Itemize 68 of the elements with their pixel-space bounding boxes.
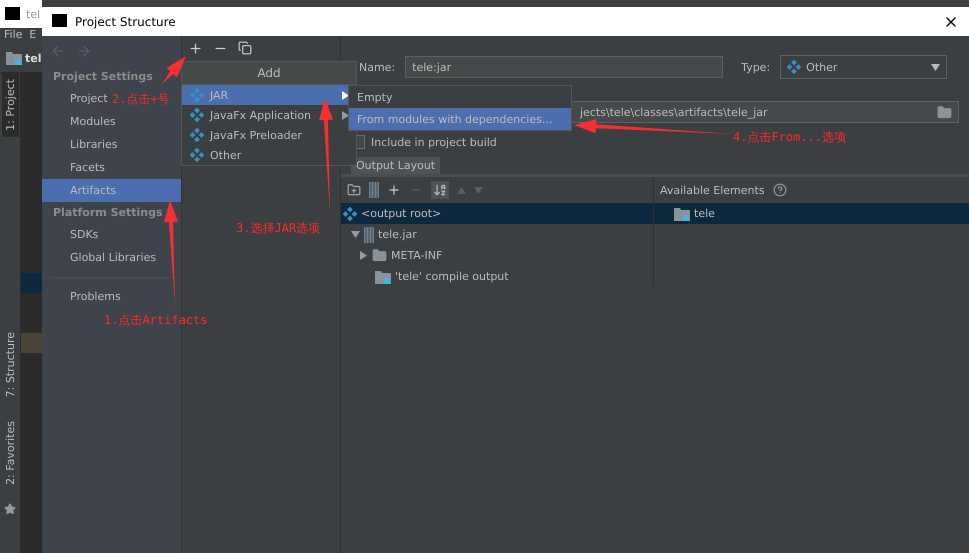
sidebar-item[interactable]: Problems <box>42 285 124 308</box>
tool-window-tab[interactable]: 2: Favorites <box>2 415 18 492</box>
name-field[interactable]: tele:jar <box>405 56 724 78</box>
module-folder-icon <box>674 206 690 220</box>
window-title: tel <box>26 8 40 20</box>
tree-label: tele <box>694 207 715 220</box>
artifact-icon <box>190 108 204 122</box>
tab[interactable]: Output Layout <box>351 157 440 174</box>
help-icon[interactable] <box>772 183 787 197</box>
folder-icon[interactable] <box>937 104 952 120</box>
add-icon[interactable] <box>387 183 401 197</box>
module-folder-icon <box>6 51 22 65</box>
tree-row[interactable]: 'tele' compile output <box>341 266 653 287</box>
artifact-icon <box>787 60 802 74</box>
name-label: Name: <box>359 60 396 74</box>
editor-panel <box>21 333 42 353</box>
sidebar-item[interactable]: Libraries <box>42 133 121 156</box>
type-label: Type: <box>741 60 770 74</box>
tree-label: tele.jar <box>378 228 417 241</box>
new-folder-icon[interactable] <box>347 183 361 197</box>
sort-button[interactable] <box>431 181 449 199</box>
annotation-text: 4.点击From...选项 <box>733 129 846 146</box>
sidebar-item[interactable]: Modules <box>42 110 119 133</box>
tree-row[interactable]: tele <box>654 203 969 224</box>
tree-label: <output root> <box>361 207 442 220</box>
app-logo <box>52 14 67 29</box>
dialog-title: Project Structure <box>75 14 177 28</box>
submenu-arrow-icon[interactable] <box>341 90 350 100</box>
app-logo <box>5 6 20 22</box>
tree-label: META-INF <box>391 249 442 262</box>
project-name: tel <box>25 52 42 64</box>
add-icon[interactable] <box>188 40 203 56</box>
checkbox-label: Include in project build <box>371 136 497 148</box>
artifact-icon <box>190 128 204 142</box>
tree-row[interactable]: <output root> <box>341 203 653 224</box>
artifact-icon <box>190 88 204 102</box>
menu-item[interactable]: File <box>4 28 22 44</box>
expand-arrow-icon[interactable] <box>359 251 368 260</box>
artifact-icon <box>190 148 204 162</box>
section-heading: Platform Settings <box>53 205 162 221</box>
jar-icon <box>364 226 374 242</box>
editor-panel <box>21 273 42 293</box>
annotation-arrow <box>162 56 186 84</box>
tool-window-tab[interactable]: 1: Project <box>2 73 18 137</box>
module-folder-icon <box>375 270 391 284</box>
section-heading: Project Settings <box>53 69 153 85</box>
star-icon <box>4 503 16 516</box>
type-dropdown[interactable]: Other <box>780 55 948 79</box>
menu-title: Add <box>182 62 356 85</box>
sidebar-item[interactable]: SDKs <box>42 223 102 246</box>
collapse-arrow-icon[interactable] <box>351 230 360 239</box>
tool-window-tab[interactable]: 7: Structure <box>2 326 18 404</box>
annotation-text: 2.点击+号 <box>112 91 170 108</box>
dropdown-arrow-icon[interactable] <box>931 62 940 72</box>
sidebar-item[interactable]: Global Libraries <box>42 246 160 269</box>
jar-icon <box>369 182 379 198</box>
menu-item[interactable]: E <box>29 28 36 44</box>
sidebar-item[interactable]: Facets <box>42 156 108 179</box>
copy-icon[interactable] <box>238 41 252 55</box>
annotation-text: 3.选择JAR选项 <box>236 220 320 237</box>
artifact-icon <box>343 206 357 220</box>
tree-row[interactable]: META-INF <box>341 245 653 266</box>
annotation-text: 1.点击Artifacts <box>104 312 208 329</box>
panel-title: Available Elements <box>660 184 765 196</box>
folder-icon <box>372 248 387 263</box>
tree-row[interactable]: tele.jar <box>341 224 653 245</box>
sidebar-item[interactable]: Project <box>42 87 111 110</box>
tree-label: 'tele' compile output <box>395 270 509 283</box>
